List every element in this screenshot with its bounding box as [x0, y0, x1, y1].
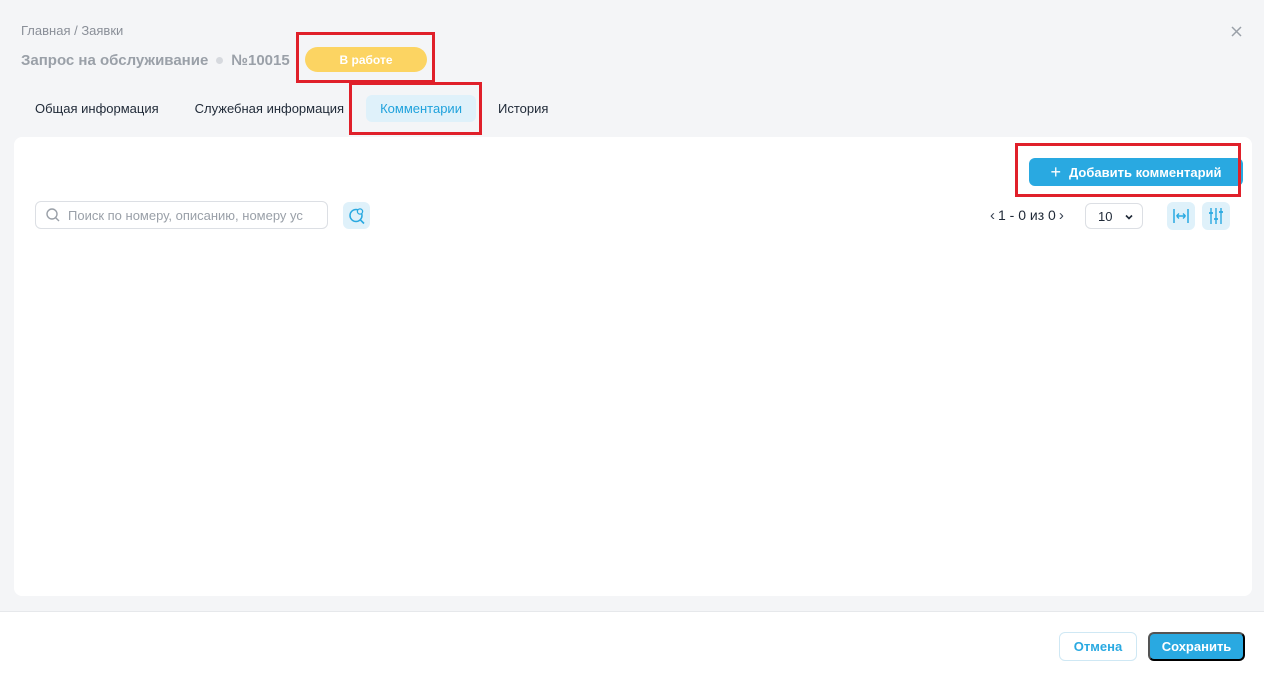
tab-history[interactable]: История — [484, 95, 562, 122]
page-title: Запрос на обслуживание — [21, 51, 209, 69]
modal-footer: Отмена Сохранить — [0, 612, 1264, 681]
advanced-search-button[interactable] — [343, 202, 370, 229]
save-button[interactable]: Сохранить — [1148, 632, 1245, 661]
tab-bar: Общая информация Служебная информация Ко… — [21, 93, 570, 123]
chevron-down-icon — [1125, 214, 1133, 220]
search-icon — [46, 208, 60, 222]
search-input[interactable] — [68, 207, 324, 223]
request-number: №10015 — [231, 51, 290, 69]
page-size-value: 10 — [1098, 208, 1113, 224]
request-modal: Главная / Заявки Запрос на обслуживание … — [0, 0, 1264, 681]
pager-text: 1 - 0 из 0 — [998, 207, 1056, 223]
close-button[interactable] — [1227, 22, 1245, 40]
tab-service-info[interactable]: Служебная информация — [181, 95, 358, 122]
add-comment-button[interactable]: + Добавить комментарий — [1029, 158, 1243, 186]
add-comment-label: Добавить комментарий — [1069, 164, 1222, 180]
pagination: ‹ 1 - 0 из 0 › — [987, 203, 1067, 227]
advanced-search-icon — [348, 207, 365, 224]
plus-icon: + — [1050, 162, 1061, 182]
chevron-right-icon[interactable]: › — [1056, 207, 1067, 224]
cancel-button[interactable]: Отмена — [1059, 632, 1137, 661]
chevron-left-icon[interactable]: ‹ — [987, 207, 998, 224]
breadcrumb[interactable]: Главная / Заявки — [21, 23, 123, 38]
tab-comments[interactable]: Комментарии — [366, 94, 476, 122]
search-field[interactable] — [35, 201, 328, 229]
separator-dot — [216, 56, 224, 64]
column-settings-button[interactable] — [1202, 202, 1230, 230]
column-width-icon — [1173, 209, 1189, 223]
column-width-button[interactable] — [1167, 202, 1195, 230]
comments-panel: + Добавить комментарий ‹ 1 - 0 из 0 › 10 — [14, 137, 1252, 596]
tab-general-info[interactable]: Общая информация — [21, 95, 173, 122]
page-header: Запрос на обслуживание №10015 — [21, 47, 290, 73]
column-settings-icon — [1209, 208, 1223, 224]
close-icon — [1230, 25, 1242, 37]
page-size-select[interactable]: 10 — [1085, 203, 1143, 229]
status-badge: В работе — [305, 47, 427, 72]
